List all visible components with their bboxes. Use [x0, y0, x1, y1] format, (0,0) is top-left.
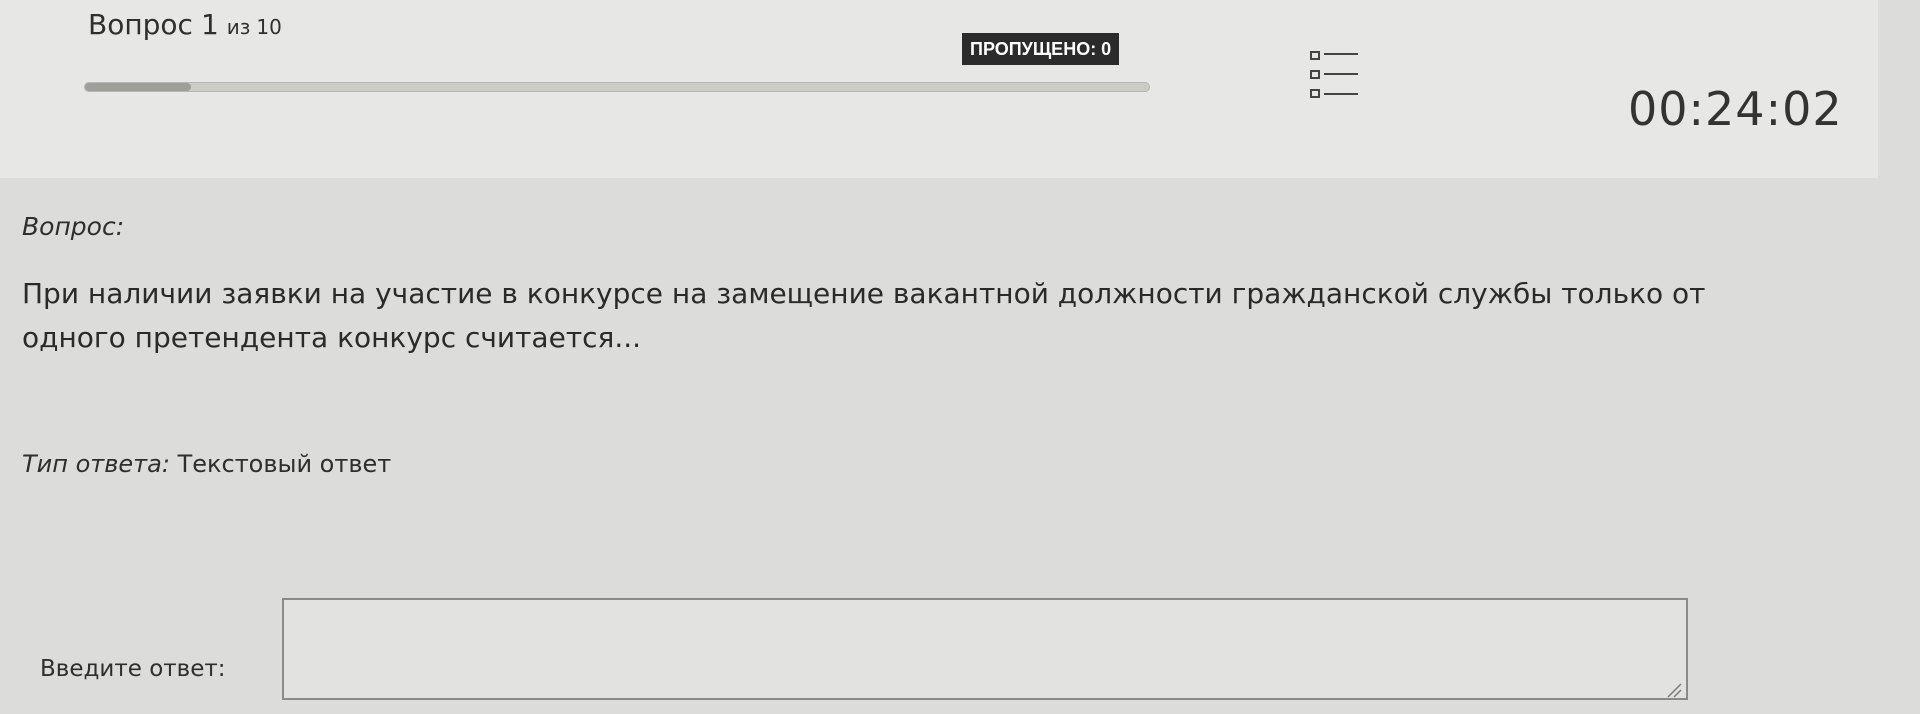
answer-input[interactable] — [282, 598, 1688, 700]
question-total: 10 — [256, 15, 282, 39]
skipped-badge: ПРОПУЩЕНО: 0 — [962, 33, 1120, 65]
answer-type-value: Текстовый ответ — [177, 450, 392, 478]
test-header: Вопрос 1 из 10 ПРОПУЩЕНО: 0 00:24:02 — [0, 0, 1878, 178]
question-text: При наличии заявки на участие в конкурсе… — [22, 277, 1706, 354]
timer: 00:24:02 — [1628, 82, 1843, 136]
question-current-number: 1 — [200, 8, 219, 41]
progress-fill — [85, 83, 192, 91]
answer-type: Тип ответа: Текстовый ответ — [22, 450, 391, 478]
question-counter-word: Вопрос — [88, 8, 193, 41]
list-icon-graphic — [1310, 51, 1358, 98]
resize-grip-icon[interactable] — [1664, 680, 1682, 698]
answer-type-label: Тип ответа: — [22, 450, 170, 478]
answer-label: Введите ответ: — [40, 656, 226, 682]
question-counter-of: из — [226, 15, 251, 39]
progress-bar — [84, 82, 1150, 92]
list-icon[interactable] — [1310, 50, 1360, 106]
question-section-label: Вопрос: — [22, 212, 125, 241]
question-counter: Вопрос 1 из 10 — [88, 8, 282, 41]
